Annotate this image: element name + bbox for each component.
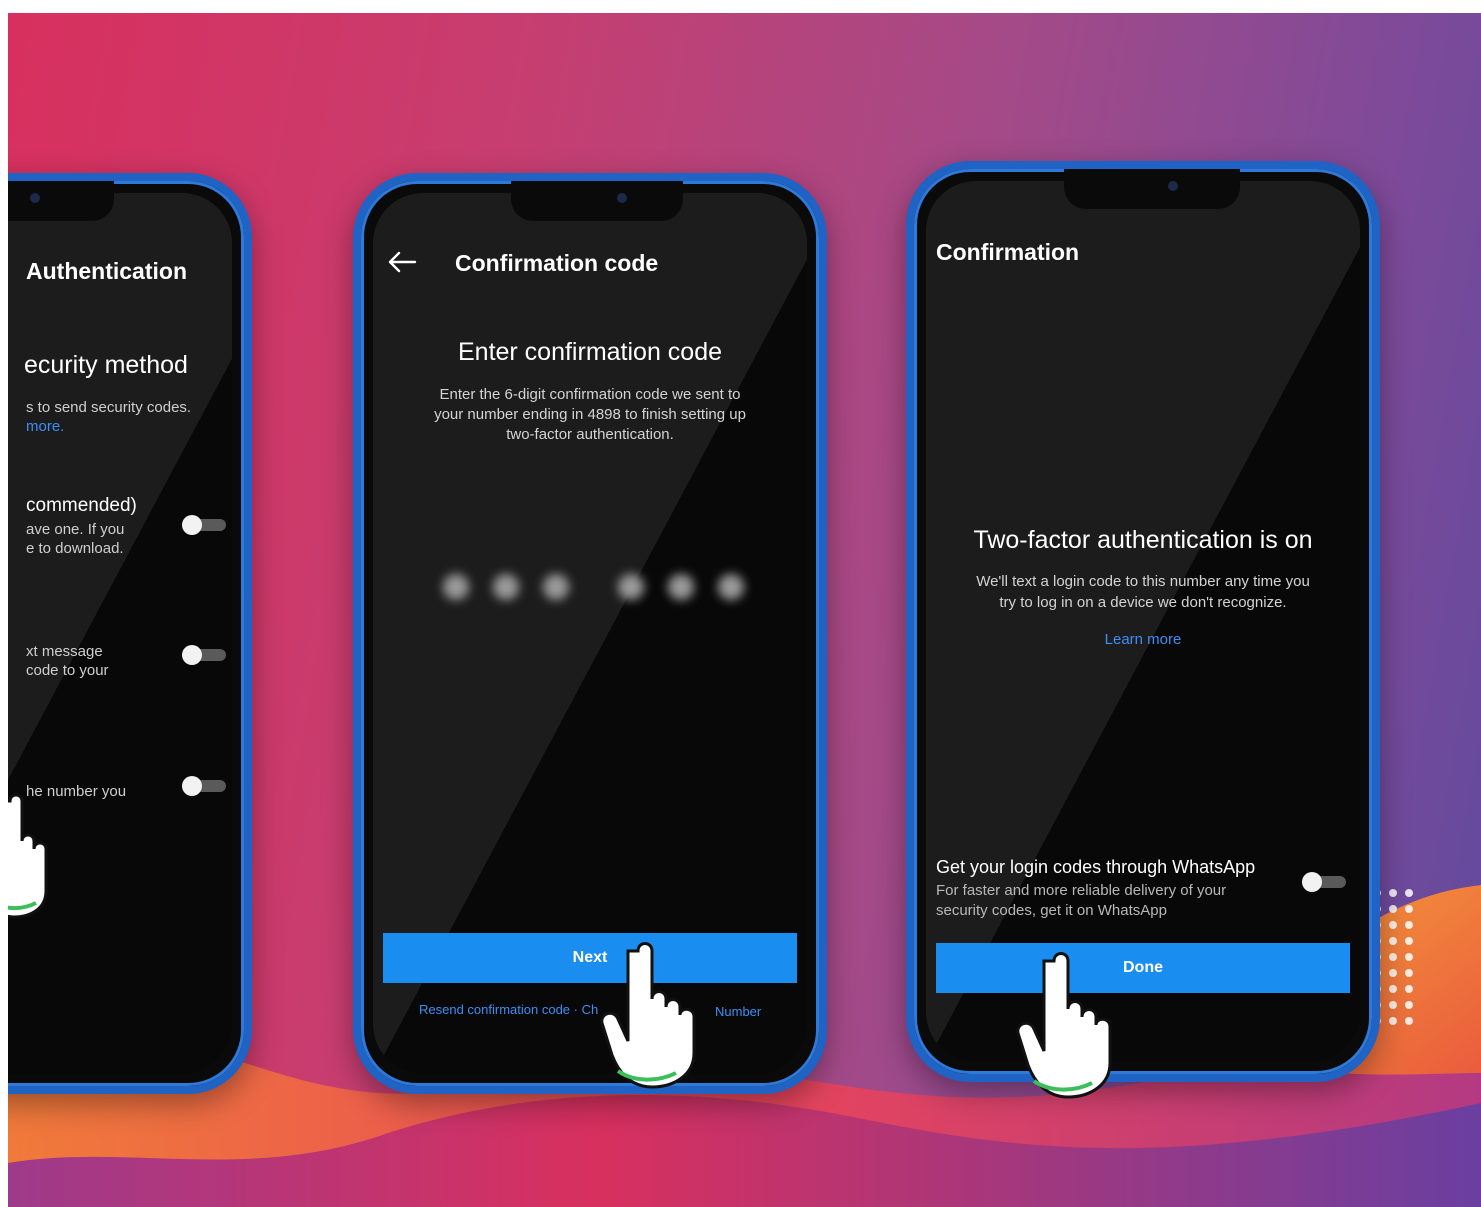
decor-dot	[1405, 1001, 1413, 1009]
whatsapp-toggle[interactable]	[182, 776, 226, 796]
learn-more-link[interactable]: Learn more	[926, 631, 1360, 648]
toggle-knob	[182, 515, 202, 535]
decor-dot	[1389, 1001, 1397, 1009]
code-digit	[493, 574, 519, 600]
code-digit	[618, 574, 644, 600]
code-digit	[543, 574, 569, 600]
decor-dot	[1389, 969, 1397, 977]
phone-right-screen: Confirmation Two-factor authentication i…	[926, 181, 1360, 1062]
whatsapp-toggle[interactable]	[1302, 872, 1346, 892]
change-number-link[interactable]: Number	[715, 1004, 761, 1019]
section-desc-1: We'll text a login code to this number a…	[976, 573, 1310, 590]
phone-left-notch	[8, 181, 114, 221]
auth-app-toggle[interactable]	[182, 515, 226, 535]
section-heading: Enter confirmation code	[457, 338, 723, 366]
decor-dot	[1405, 953, 1413, 961]
decor-dot	[1405, 905, 1413, 913]
next-button[interactable]: Next	[383, 933, 797, 983]
decor-dot	[1405, 889, 1413, 897]
code-digit	[668, 574, 694, 600]
option-sms-desc-2: code to your	[26, 662, 109, 679]
whatsapp-title: Get your login codes through WhatsApp	[936, 857, 1256, 877]
phone-left-screen: Authentication ecurity method s to send …	[8, 193, 232, 1074]
pointing-hand-icon	[600, 942, 696, 1089]
phone-right: Confirmation Two-factor authentication i…	[906, 161, 1380, 1082]
pointing-hand-icon	[1016, 952, 1112, 1099]
section-desc: s to send security codes.	[26, 399, 192, 416]
background: Authentication ecurity method s to send …	[8, 13, 1481, 1207]
phone-middle: Confirmation code Enter confirmation cod…	[353, 173, 827, 1094]
decor-dot	[1389, 937, 1397, 945]
page-title: Authentication	[26, 258, 187, 284]
decor-dot	[1405, 937, 1413, 945]
camera-icon	[617, 193, 627, 203]
decor-dot	[1405, 1017, 1413, 1025]
decor-dot	[1389, 953, 1397, 961]
phone-middle-screen: Confirmation code Enter confirmation cod…	[373, 193, 807, 1074]
pointing-hand-icon	[8, 793, 48, 919]
learn-more-link[interactable]: more.	[26, 418, 64, 435]
decor-dot	[1389, 985, 1397, 993]
camera-icon	[1168, 181, 1178, 191]
section-heading: ecurity method	[24, 351, 188, 379]
camera-icon	[30, 193, 40, 203]
toggle-knob	[1302, 872, 1322, 892]
code-digit	[718, 574, 744, 600]
section-desc-3: two-factor authentication.	[506, 426, 674, 443]
option-auth-app-desc: ave one. If you	[26, 521, 125, 538]
decor-dot	[1389, 905, 1397, 913]
phone-middle-notch	[511, 181, 683, 221]
arrow-left-icon[interactable]	[387, 251, 417, 273]
decor-dot	[1405, 921, 1413, 929]
whatsapp-desc-2: security codes, get it on WhatsApp	[936, 902, 1167, 919]
section-desc-2: your number ending in 4898 to finish set…	[434, 406, 746, 423]
resend-code-link[interactable]: Resend confirmation code · Ch	[419, 1002, 598, 1017]
toggle-knob	[182, 645, 202, 665]
code-digit	[443, 574, 469, 600]
decor-dot	[1389, 921, 1397, 929]
decor-dot	[1389, 889, 1397, 897]
section-heading: Two-factor authentication is on	[973, 526, 1313, 554]
option-auth-app-title: commended)	[26, 495, 137, 516]
whatsapp-desc-1: For faster and more reliable delivery of…	[936, 882, 1227, 899]
toggle-knob	[182, 776, 202, 796]
code-input[interactable]	[433, 568, 753, 608]
decor-dot	[1389, 1017, 1397, 1025]
decor-dot	[1405, 969, 1413, 977]
phone-right-notch	[1064, 169, 1240, 209]
section-desc-2: try to log in on a device we don't recog…	[999, 594, 1287, 611]
sms-toggle[interactable]	[182, 645, 226, 665]
done-button[interactable]: Done	[936, 943, 1350, 993]
option-sms-desc: xt message	[26, 643, 103, 660]
decor-dot	[1405, 985, 1413, 993]
page-title: Confirmation code	[455, 250, 659, 276]
section-desc-1: Enter the 6-digit confirmation code we s…	[439, 386, 741, 403]
page-title: Confirmation	[936, 239, 1080, 265]
option-auth-app-desc-2: e to download.	[26, 540, 124, 557]
phone-left: Authentication ecurity method s to send …	[8, 173, 252, 1094]
